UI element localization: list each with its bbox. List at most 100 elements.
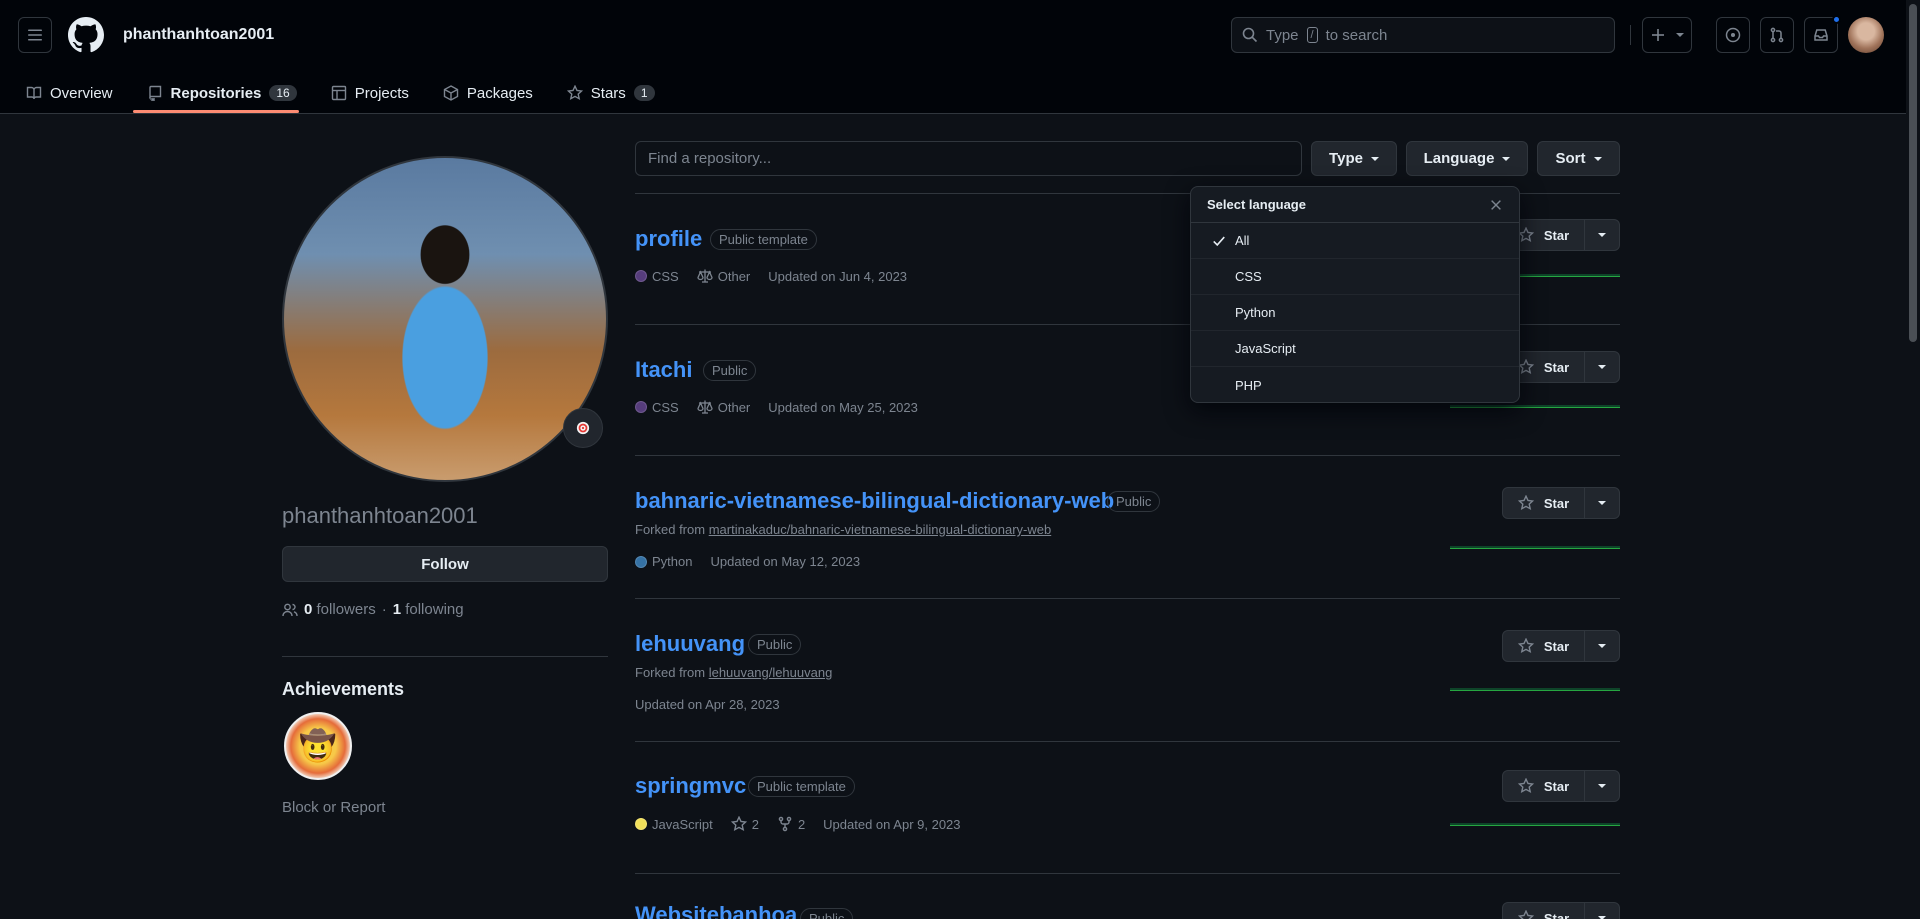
pull-requests-button[interactable] <box>1760 17 1794 53</box>
profile-tabs: Overview Repositories 16 Projects Packag… <box>0 72 673 114</box>
language-name: CSS <box>652 399 679 415</box>
star-list-dropdown[interactable] <box>1585 487 1620 519</box>
menu-header: Select language <box>1191 187 1519 223</box>
block-or-report-link[interactable]: Block or Report <box>282 799 385 816</box>
repo-meta: CSS Other Updated on Jun 4, 2023 <box>635 268 907 284</box>
followers-count: 0 <box>304 601 313 618</box>
language-option-php[interactable]: PHP <box>1191 367 1519 402</box>
following-link[interactable]: 1 following <box>393 601 464 618</box>
forks-link[interactable]: 2 <box>777 816 805 832</box>
repo-name-link[interactable]: Itachi <box>635 357 692 383</box>
menu-button[interactable] <box>18 17 52 53</box>
repo-language: Python <box>635 554 692 569</box>
follow-button[interactable]: Follow <box>282 546 608 582</box>
repositories-count-badge: 16 <box>269 85 297 101</box>
star-button-group: Star <box>1502 487 1620 519</box>
close-icon[interactable] <box>1489 198 1503 212</box>
search-input[interactable]: Type / to search <box>1231 17 1615 53</box>
language-color-dot <box>635 818 647 830</box>
following-count: 1 <box>392 601 402 618</box>
profile-avatar[interactable] <box>282 156 608 482</box>
star-icon <box>1517 227 1534 243</box>
sort-filter-button[interactable]: Sort <box>1537 141 1620 176</box>
repo-name-link[interactable]: Websitebanhoa <box>635 902 797 919</box>
language-select-menu: Select language All CSS Python JavaScrip… <box>1190 186 1520 403</box>
repo-list-item: springmvc Public template JavaScript 2 2… <box>635 742 1620 874</box>
check-icon <box>1211 234 1227 248</box>
issues-button[interactable] <box>1716 17 1750 53</box>
tab-packages[interactable]: Packages <box>427 72 551 114</box>
followers-link[interactable]: 0 followers <box>304 601 376 618</box>
language-filter-button[interactable]: Language <box>1406 141 1528 176</box>
star-list-dropdown[interactable] <box>1585 630 1620 662</box>
following-label: following <box>405 601 464 618</box>
forked-source-link[interactable]: martinakaduc/bahnaric-vietnamese-bilingu… <box>709 522 1052 537</box>
language-option-python[interactable]: Python <box>1191 295 1519 331</box>
language-color-dot <box>635 555 647 568</box>
table-icon <box>331 85 347 101</box>
tab-label: Packages <box>466 84 533 102</box>
separator-dot: · <box>381 601 387 618</box>
achievements-heading[interactable]: Achievements <box>282 679 404 700</box>
star-button[interactable]: Star <box>1502 487 1585 519</box>
star-list-dropdown[interactable] <box>1585 902 1620 919</box>
option-label: JavaScript <box>1235 341 1296 356</box>
star-button[interactable]: Star <box>1502 630 1585 662</box>
repo-name-link[interactable]: bahnaric-vietnamese-bilingual-dictionary… <box>635 488 1114 514</box>
star-label: Star <box>1543 359 1570 375</box>
repo-meta: Updated on Apr 28, 2023 <box>635 697 780 712</box>
repo-name-link[interactable]: springmvc <box>635 773 746 799</box>
achievement-badge[interactable]: 🤠 <box>284 712 352 780</box>
forked-source-link[interactable]: lehuuvang/lehuuvang <box>709 665 833 680</box>
language-option-css[interactable]: CSS <box>1191 259 1519 295</box>
star-button[interactable]: Star <box>1502 902 1585 919</box>
search-icon <box>1242 27 1258 43</box>
stars-count-badge: 1 <box>633 85 655 101</box>
header-username[interactable]: phanthanhtoan2001 <box>123 26 274 44</box>
create-new-button[interactable] <box>1642 17 1692 53</box>
license-name: Other <box>717 399 751 415</box>
language-filter-label: Language <box>1423 150 1495 167</box>
tab-projects[interactable]: Projects <box>315 72 427 114</box>
updated-date: Updated on Jun 4, 2023 <box>768 268 908 284</box>
stargazers-link[interactable]: 2 <box>730 816 759 832</box>
tab-overview[interactable]: Overview <box>0 72 131 114</box>
visibility-badge: Public <box>800 908 854 919</box>
star-list-dropdown[interactable] <box>1585 770 1620 802</box>
repo-license: Other <box>697 268 750 284</box>
header-divider <box>1630 25 1631 45</box>
star-button-group: Star <box>1502 630 1620 662</box>
page-scrollbar[interactable] <box>1906 0 1920 919</box>
repo-meta: CSS Other Updated on May 25, 2023 <box>635 399 918 415</box>
star-label: Star <box>1543 638 1570 654</box>
active-tab-underline <box>133 110 299 113</box>
language-option-javascript[interactable]: JavaScript <box>1191 331 1519 367</box>
tab-repositories[interactable]: Repositories 16 <box>131 72 315 114</box>
repo-list-item: lehuuvang Public Forked from lehuuvang/l… <box>635 599 1620 742</box>
star-button-group: Star <box>1502 902 1620 919</box>
scrollbar-thumb[interactable] <box>1909 4 1917 342</box>
star-list-dropdown[interactable] <box>1585 219 1620 251</box>
repo-name-link[interactable]: profile <box>635 226 702 252</box>
caret-down-icon <box>1370 156 1379 161</box>
caret-down-icon <box>1676 33 1684 37</box>
status-emoji-button[interactable] <box>563 408 603 448</box>
find-repository-input[interactable]: Find a repository... <box>635 141 1302 176</box>
tab-label: Stars <box>590 84 626 102</box>
updated-date: Updated on May 25, 2023 <box>768 399 918 415</box>
user-avatar[interactable] <box>1848 17 1884 53</box>
star-list-dropdown[interactable] <box>1585 351 1620 383</box>
type-filter-button[interactable]: Type <box>1311 141 1397 176</box>
language-option-all[interactable]: All <box>1191 223 1519 259</box>
tab-stars[interactable]: Stars 1 <box>551 72 673 114</box>
github-logo-icon[interactable] <box>68 17 104 53</box>
tab-label: Repositories <box>170 84 262 102</box>
type-filter-label: Type <box>1329 150 1363 167</box>
star-button-group: Star <box>1502 770 1620 802</box>
star-icon <box>1517 359 1534 375</box>
star-button[interactable]: Star <box>1502 770 1585 802</box>
option-label: All <box>1235 233 1250 248</box>
caret-down-icon <box>1502 156 1511 161</box>
repo-name-link[interactable]: lehuuvang <box>635 631 745 657</box>
forked-prefix: Forked from <box>635 665 706 680</box>
